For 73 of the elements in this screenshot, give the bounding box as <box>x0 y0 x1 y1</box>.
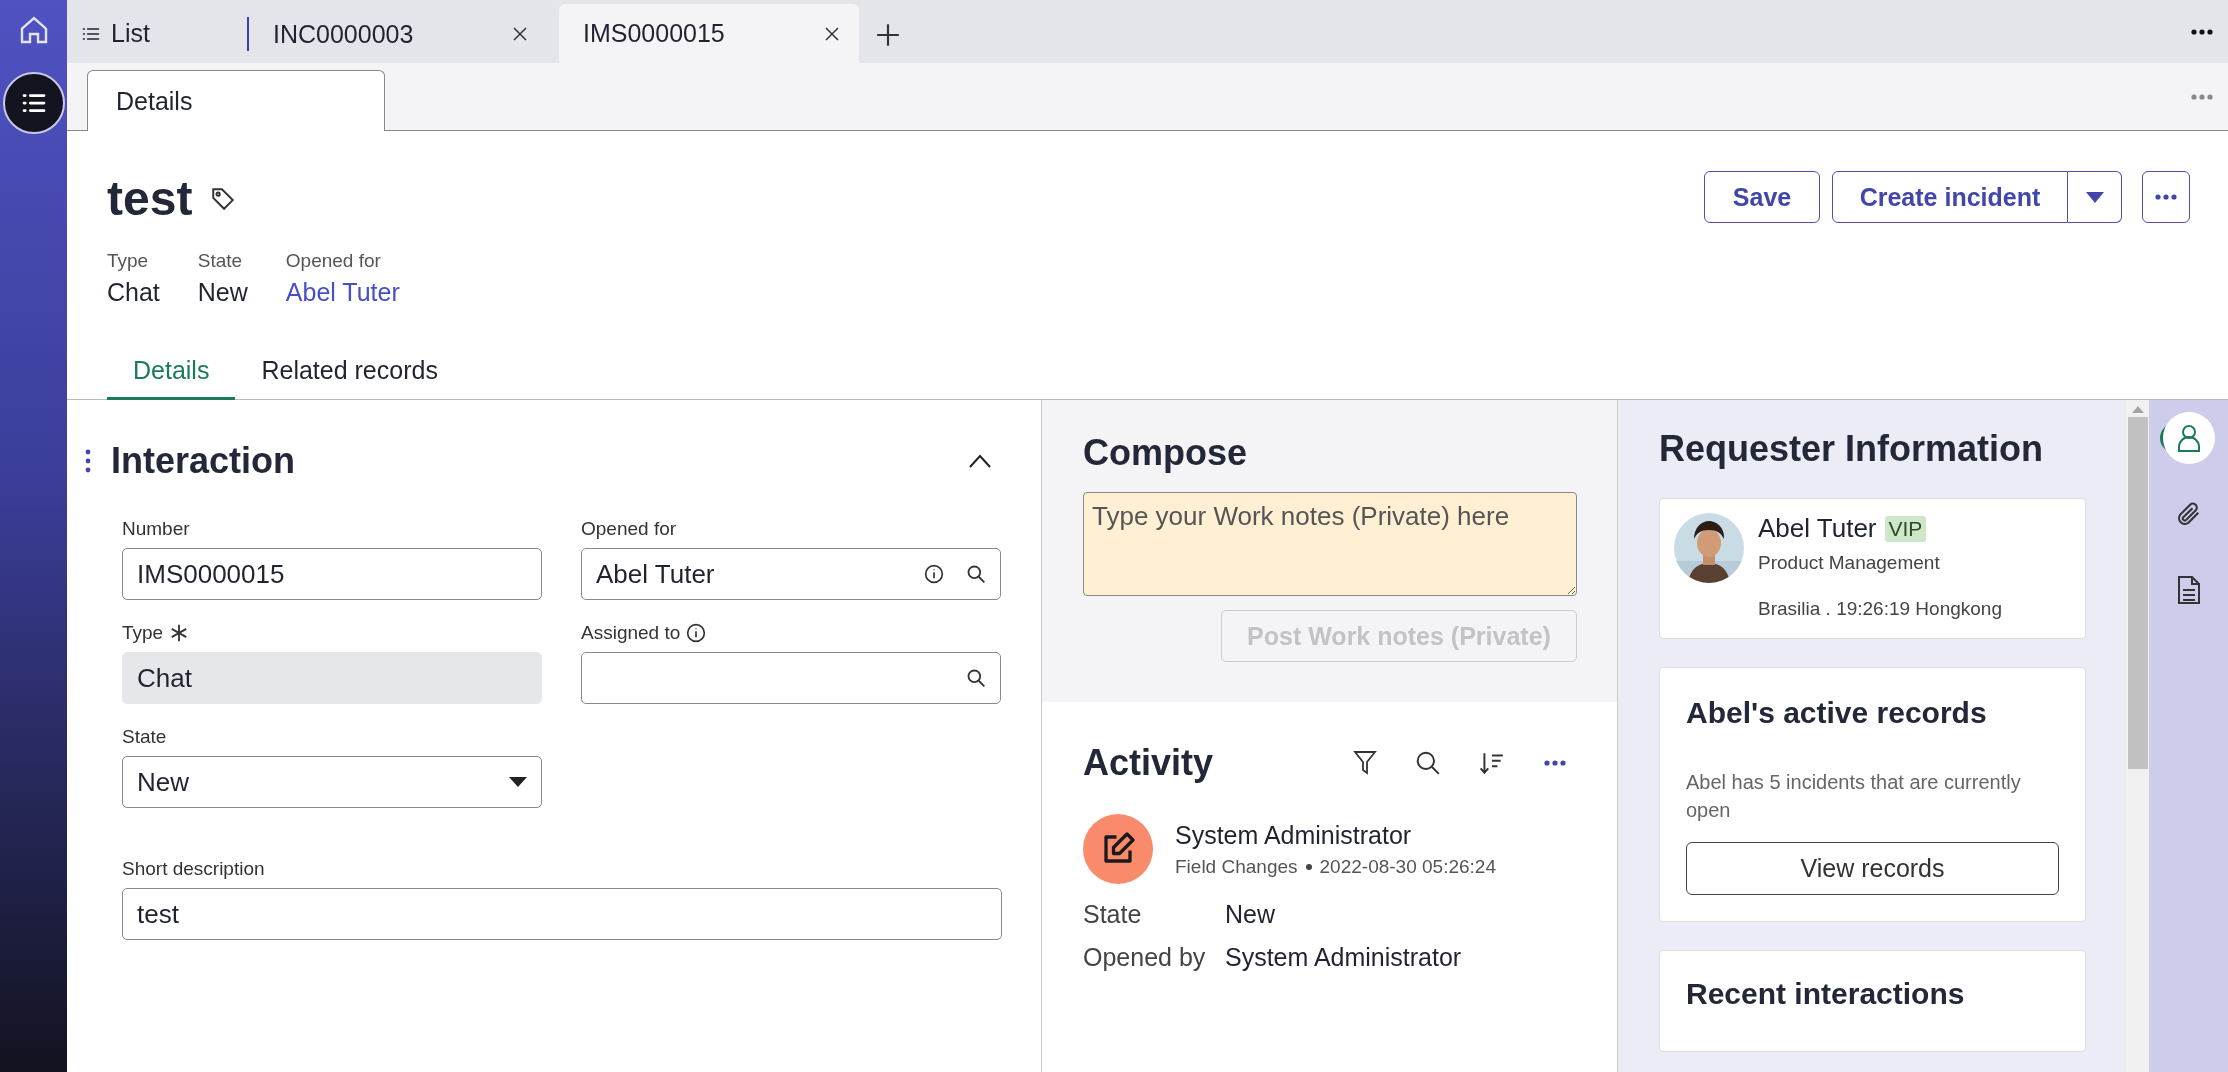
more-icon[interactable] <box>1543 759 1567 767</box>
sort-icon[interactable] <box>1479 750 1505 776</box>
search-icon[interactable] <box>1415 750 1441 776</box>
lookup-field[interactable] <box>581 652 1001 704</box>
dropdown-field[interactable]: New <box>122 756 542 808</box>
field-label: Type <box>122 622 164 644</box>
change-field: State <box>1083 900 1225 929</box>
view-records-button[interactable]: View records <box>1686 842 2059 895</box>
search-icon[interactable] <box>966 668 986 688</box>
meta-value: Chat <box>107 278 160 307</box>
more-button[interactable] <box>2142 171 2190 223</box>
more-icon <box>2154 193 2178 201</box>
input-field[interactable]: test <box>122 888 1002 940</box>
rail-button[interactable] <box>2163 412 2215 464</box>
input-field: Chat <box>122 652 542 704</box>
meta-link[interactable]: Abel Tuter <box>285 278 400 307</box>
requester-name: Abel Tuter <box>1758 513 1877 544</box>
lookup-field[interactable]: Abel Tuter <box>581 548 1001 600</box>
info-icon[interactable] <box>924 564 944 584</box>
caret-icon <box>509 777 527 787</box>
scrollbar[interactable] <box>2126 400 2149 1072</box>
dropdown-button[interactable] <box>2068 171 2122 223</box>
tab[interactable]: Details <box>87 70 385 131</box>
add-tab-icon[interactable] <box>875 22 901 48</box>
section-title: Compose <box>1083 432 1249 474</box>
tab[interactable]: Details <box>107 356 236 400</box>
more-icon[interactable] <box>2190 27 2214 36</box>
collapse-icon[interactable] <box>969 454 991 468</box>
entry-type: Field Changes <box>1175 855 1298 878</box>
section-title: Interaction <box>111 440 296 482</box>
drag-handle-icon[interactable] <box>85 449 91 473</box>
card-text: Abel has 5 incidents that are currently open <box>1686 770 2022 823</box>
change-value: System Administrator <box>1225 943 1463 972</box>
field-label: Number <box>122 518 190 540</box>
field-label: Short description <box>122 858 265 880</box>
meta-label: Type <box>107 250 150 272</box>
close-icon[interactable] <box>823 24 841 43</box>
tag-icon[interactable] <box>210 185 237 212</box>
close-icon[interactable] <box>511 25 529 43</box>
location-time: Brasilia . 19:26:19 Hongkong <box>1758 598 2002 620</box>
caret-icon <box>2085 191 2104 203</box>
meta-label: State <box>197 250 244 272</box>
create-incident-button[interactable]: Create incident <box>1832 171 2068 223</box>
panel-title: Requester Information <box>1659 428 2045 470</box>
document-icon <box>2177 575 2201 605</box>
search-icon[interactable] <box>966 564 986 584</box>
vip-badge: VIP <box>1884 515 1927 542</box>
meta-label: Opened for <box>285 250 382 272</box>
author-name: System Administrator <box>1175 820 1413 850</box>
field-label: State <box>122 726 167 748</box>
section-title: Activity <box>1083 742 1214 784</box>
tab[interactable]: INC0000003 <box>247 17 547 51</box>
change-field: Opened by <box>1083 943 1225 972</box>
bullet-icon <box>1305 863 1312 870</box>
tab[interactable]: List <box>67 4 247 63</box>
card-title: Recent interactions <box>1686 977 1966 1011</box>
timestamp: 2022-08-30 05:26:24 <box>1319 855 1496 878</box>
field-label: Assigned to <box>581 622 681 644</box>
scrollbar-thumb[interactable] <box>2127 417 2148 769</box>
info-icon[interactable] <box>686 623 707 643</box>
change-value: New <box>1225 900 1276 929</box>
tab[interactable]: Related records <box>235 356 464 400</box>
work-notes-field[interactable]: Type your Work notes (Private) here <box>1083 492 1577 596</box>
meta-value: New <box>197 278 248 307</box>
record-title: test <box>107 171 193 226</box>
tab[interactable]: IMS0000015 <box>559 4 859 63</box>
field-label: Opened for <box>581 518 677 540</box>
save-button[interactable]: Save <box>1704 171 1820 223</box>
card-title: Abel's active records <box>1686 696 1988 730</box>
department: Product Management <box>1758 552 1941 574</box>
filter-icon[interactable] <box>1353 750 1377 776</box>
input-field[interactable]: IMS0000015 <box>122 548 542 600</box>
person-icon <box>2177 424 2201 452</box>
